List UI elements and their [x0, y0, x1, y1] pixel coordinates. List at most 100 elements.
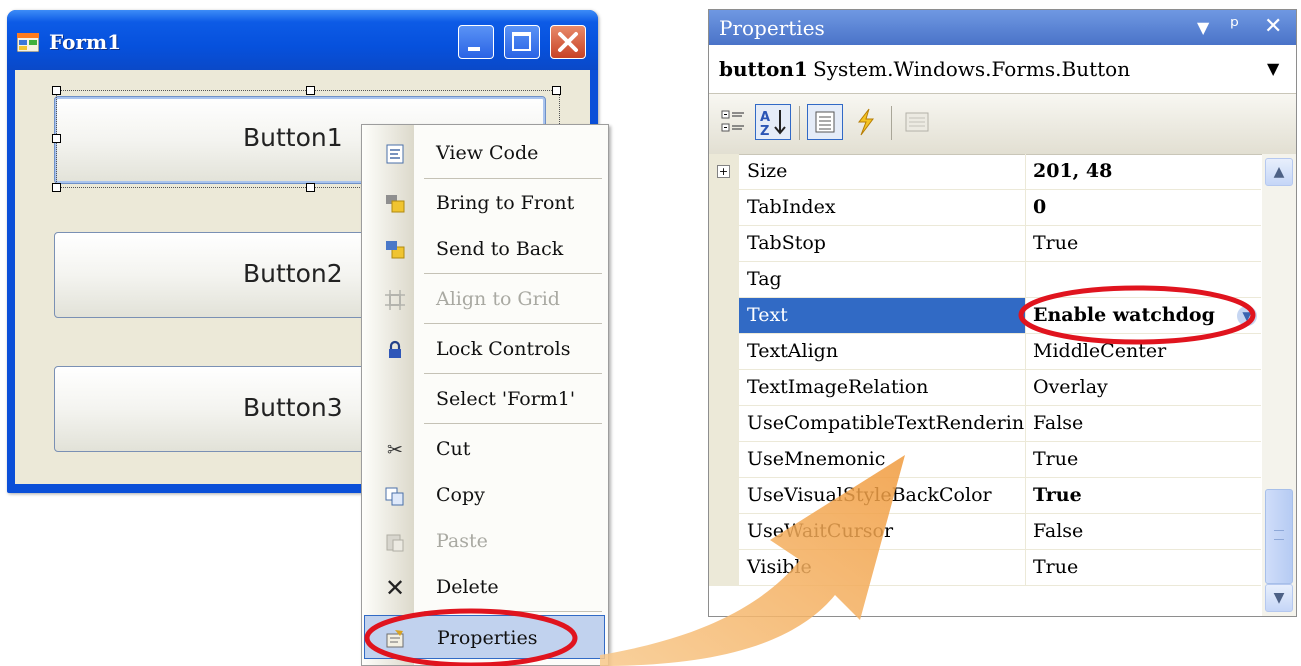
- row-gutter: [709, 478, 739, 514]
- property-row-usemnemonic[interactable]: UseMnemonic True: [709, 442, 1261, 478]
- menu-item-align-to-grid: Align to Grid: [362, 277, 608, 321]
- menu-item-send-to-back[interactable]: Send to Back: [362, 227, 608, 271]
- resize-handle[interactable]: [52, 183, 61, 192]
- alphabetical-button[interactable]: A Z: [755, 104, 791, 140]
- object-name: button1: [719, 57, 808, 81]
- scroll-down-icon[interactable]: ▼: [1265, 584, 1293, 612]
- resize-handle[interactable]: [306, 86, 315, 95]
- toolbar-separator: [891, 106, 892, 140]
- resize-handle[interactable]: [552, 86, 561, 95]
- minimize-button[interactable]: [458, 25, 494, 59]
- menu-item-cut[interactable]: ✂ Cut: [362, 427, 608, 471]
- resize-handle[interactable]: [52, 134, 61, 143]
- form1-titlebar[interactable]: Form1: [7, 10, 598, 70]
- row-gutter: [709, 190, 739, 226]
- paste-icon: [386, 534, 404, 552]
- resize-handle[interactable]: [52, 86, 61, 95]
- scroll-up-icon[interactable]: ▲: [1265, 158, 1293, 186]
- property-row-tabstop[interactable]: TabStop True: [709, 226, 1261, 262]
- property-value[interactable]: [1025, 262, 1261, 298]
- object-selector[interactable]: button1 System.Windows.Forms.Button ▼: [709, 45, 1296, 94]
- property-name: TextAlign: [739, 334, 1025, 370]
- object-type: System.Windows.Forms.Button: [813, 57, 1131, 81]
- property-row-textimagerelation[interactable]: TextImageRelation Overlay: [709, 370, 1261, 406]
- events-button[interactable]: [847, 104, 883, 140]
- menu-item-delete[interactable]: ✕ Delete: [362, 565, 608, 609]
- property-row-textalign[interactable]: TextAlign MiddleCenter: [709, 334, 1261, 370]
- property-value[interactable]: 0: [1025, 190, 1261, 226]
- resize-handle[interactable]: [306, 183, 315, 192]
- property-value-input[interactable]: Enable watchdog ▼: [1025, 298, 1261, 334]
- properties-icon: [386, 630, 404, 648]
- property-value[interactable]: MiddleCenter: [1025, 334, 1261, 370]
- menu-separator: [424, 323, 602, 324]
- property-row-usecompatibletextrendering[interactable]: UseCompatibleTextRendering False: [709, 406, 1261, 442]
- close-button[interactable]: [550, 25, 586, 59]
- property-name: UseCompatibleTextRendering: [739, 406, 1025, 442]
- maximize-button[interactable]: [504, 25, 540, 59]
- property-name: UseMnemonic: [739, 442, 1025, 478]
- row-gutter: [709, 370, 739, 406]
- property-name: UseWaitCursor: [739, 514, 1025, 550]
- property-row-text[interactable]: Text Enable watchdog ▼: [709, 298, 1261, 334]
- row-gutter: [709, 514, 739, 550]
- menu-item-bring-to-front[interactable]: Bring to Front: [362, 181, 608, 225]
- send-to-back-icon: [386, 241, 405, 259]
- property-value[interactable]: Overlay: [1025, 370, 1261, 406]
- menu-item-view-code[interactable]: View Code: [362, 131, 608, 175]
- property-value[interactable]: True: [1025, 550, 1261, 586]
- scroll-thumb[interactable]: [1265, 489, 1293, 584]
- categorized-button[interactable]: [715, 104, 751, 140]
- properties-toolbar: A Z: [709, 94, 1296, 155]
- menu-separator: [424, 423, 602, 424]
- property-row-usewaitcursor[interactable]: UseWaitCursor False: [709, 514, 1261, 550]
- property-value[interactable]: 201, 48: [1025, 154, 1261, 190]
- toolbar-separator: [799, 106, 800, 140]
- chevron-down-icon[interactable]: ▼: [1267, 59, 1279, 78]
- vertical-scrollbar[interactable]: ▲ ▼: [1262, 154, 1296, 616]
- form-app-icon: [17, 33, 39, 52]
- scissors-icon: ✂: [387, 439, 403, 461]
- property-value[interactable]: True: [1025, 226, 1261, 262]
- menu-item-copy[interactable]: Copy: [362, 473, 608, 517]
- lightning-icon: [857, 108, 874, 136]
- menu-item-paste: Paste: [362, 519, 608, 563]
- properties-view-button[interactable]: [807, 104, 843, 140]
- property-name: Text: [739, 298, 1025, 334]
- row-gutter: [709, 226, 739, 262]
- row-gutter: [709, 550, 739, 586]
- categorized-icon: [721, 110, 744, 132]
- menu-item-properties[interactable]: Properties: [364, 615, 605, 659]
- property-pages-button: [899, 104, 935, 140]
- property-row-tabindex[interactable]: TabIndex 0: [709, 190, 1261, 226]
- properties-panel: Properties ▼ ᵖ ✕ button1 System.Windows.…: [708, 9, 1297, 617]
- row-gutter: [709, 262, 739, 298]
- property-grid: + Size 201, 48 TabIndex 0 TabStop True T…: [709, 154, 1261, 586]
- menu-separator: [424, 273, 602, 274]
- close-panel-icon[interactable]: ✕: [1264, 14, 1282, 39]
- property-row-usevisualstylebackcolor[interactable]: UseVisualStyleBackColor True: [709, 478, 1261, 514]
- row-gutter: [709, 442, 739, 478]
- expand-icon[interactable]: +: [717, 165, 730, 178]
- align-to-grid-icon: [385, 290, 405, 310]
- property-name: TabStop: [739, 226, 1025, 262]
- chevron-down-icon[interactable]: ▼: [1237, 306, 1257, 326]
- property-value[interactable]: False: [1025, 514, 1261, 550]
- row-gutter: [709, 334, 739, 370]
- row-gutter: [709, 406, 739, 442]
- property-row-tag[interactable]: Tag: [709, 262, 1261, 298]
- form1-title: Form1: [49, 30, 122, 54]
- property-value[interactable]: False: [1025, 406, 1261, 442]
- menu-separator: [424, 178, 602, 179]
- pin-icon[interactable]: ᵖ: [1230, 14, 1239, 39]
- property-pages-icon: [905, 112, 929, 132]
- menu-item-lock-controls[interactable]: Lock Controls: [362, 327, 608, 371]
- property-value[interactable]: True: [1025, 442, 1261, 478]
- property-row-visible[interactable]: Visible True: [709, 550, 1261, 586]
- property-value[interactable]: True: [1025, 478, 1261, 514]
- property-name: TabIndex: [739, 190, 1025, 226]
- svg-text:A: A: [760, 110, 770, 125]
- menu-item-select-form1[interactable]: Select 'Form1': [362, 377, 608, 421]
- property-row-size[interactable]: + Size 201, 48: [709, 154, 1261, 190]
- window-position-dropdown-icon[interactable]: ▼: [1197, 18, 1209, 37]
